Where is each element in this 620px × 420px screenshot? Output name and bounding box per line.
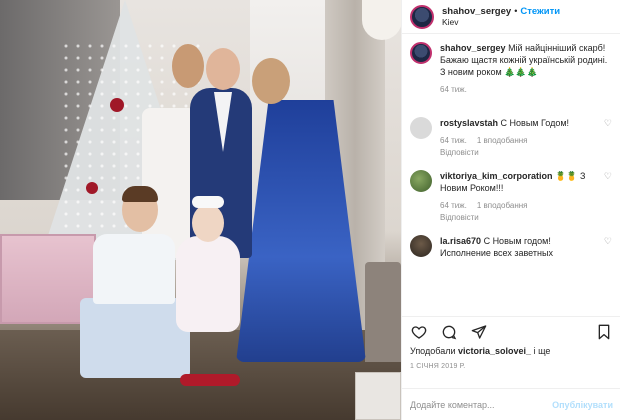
post-header: shahov_sergey • Стежити Kiev	[402, 0, 620, 34]
heart-outline-icon[interactable]: ♡	[602, 117, 612, 158]
comment-input[interactable]	[410, 399, 553, 410]
author-username[interactable]: shahov_sergey	[442, 6, 511, 17]
avatar[interactable]	[410, 117, 432, 139]
list-item: la.risa670 С Новым годом! Исполнение все…	[410, 235, 612, 259]
location-link[interactable]: Kiev	[442, 17, 560, 28]
man-head	[206, 48, 240, 90]
action-bar	[402, 316, 620, 346]
add-comment-bar: Опублікувати	[402, 388, 620, 420]
red-shoes	[180, 374, 240, 386]
post-side-panel: shahov_sergey • Стежити Kiev shahov_sergey…	[401, 0, 620, 420]
separator-dot: •	[514, 5, 518, 16]
avatar[interactable]	[410, 42, 432, 64]
ornament	[110, 98, 124, 112]
heart-outline-icon[interactable]: ♡	[602, 235, 612, 259]
caption-username[interactable]: shahov_sergey	[440, 43, 506, 53]
share-icon[interactable]	[470, 323, 488, 341]
avatar[interactable]	[410, 235, 432, 257]
caption-meta: 64 тиж.	[440, 84, 612, 95]
comment-likes[interactable]: 1 вподобання	[477, 201, 528, 210]
publish-button[interactable]: Опублікувати	[552, 400, 613, 410]
heart-icon[interactable]	[410, 323, 428, 341]
reply-button[interactable]: Відповісти	[440, 212, 592, 223]
reply-button[interactable]: Відповісти	[440, 147, 592, 158]
woman-head	[252, 58, 290, 104]
comments-list[interactable]: shahov_sergey Мій найцінніший скарб! Баж…	[402, 34, 620, 340]
caption: shahov_sergey Мій найцінніший скарб! Баж…	[410, 42, 612, 95]
avatar[interactable]	[410, 170, 432, 192]
header-text: shahov_sergey • Стежити Kiev	[442, 6, 560, 28]
liker-username[interactable]: victoria_solovei_	[458, 346, 531, 356]
woman-head	[172, 44, 204, 88]
list-item: rostyslavstah С Новым Годом! 64 тиж. 1 вп…	[410, 117, 612, 158]
comment-body: viktoriya_kim_corporation 🍍🍍 З Новим Рок…	[440, 170, 602, 223]
hair-bow	[192, 196, 224, 208]
comment-time[interactable]: 64 тиж.	[440, 136, 467, 145]
boy-in-white-shirt	[93, 234, 175, 304]
boy-hair	[122, 186, 158, 202]
comment-likes[interactable]: 1 вподобання	[477, 136, 528, 145]
avatar[interactable]	[410, 4, 434, 29]
instagram-post: shahov_sergey • Стежити Kiev shahov_sergey…	[0, 0, 620, 420]
caption-body: shahov_sergey Мій найцінніший скарб! Баж…	[440, 42, 612, 95]
girl-head	[192, 204, 224, 242]
side-stool	[365, 262, 401, 362]
gift-box	[355, 372, 401, 420]
follow-button[interactable]: Стежити	[520, 6, 560, 17]
comment-icon[interactable]	[440, 323, 458, 341]
post-date[interactable]: 1 СІЧНЯ 2019 Р.	[410, 363, 465, 370]
likes-prefix: Уподобали	[410, 346, 456, 356]
heart-outline-icon[interactable]: ♡	[602, 170, 612, 223]
comment-body: la.risa670 С Новым годом! Исполнение все…	[440, 235, 602, 259]
caption-time[interactable]: 64 тиж.	[440, 85, 467, 94]
boy-legs	[80, 298, 190, 378]
likes-more[interactable]: і ще	[534, 346, 551, 356]
comment-text: С Новым Годом!	[500, 118, 570, 128]
comment-meta: 64 тиж. 1 вподобання Відповісти	[440, 200, 602, 223]
post-photo[interactable]	[0, 0, 401, 420]
likes-summary: Уподобали victoria_solovei_ і ще	[410, 346, 550, 356]
ornament	[86, 182, 98, 194]
comment-username[interactable]: rostyslavstah	[440, 118, 498, 128]
comment-meta: 64 тиж. 1 вподобання Відповісти	[440, 135, 602, 158]
comment-username[interactable]: la.risa670	[440, 236, 481, 246]
comment-body: rostyslavstah С Новым Годом! 64 тиж. 1 вп…	[440, 117, 602, 158]
lamp	[362, 0, 401, 40]
bookmark-icon[interactable]	[595, 323, 613, 341]
list-item: viktoriya_kim_corporation 🍍🍍 З Новим Рок…	[410, 170, 612, 223]
girl-in-pink-dress	[176, 236, 240, 332]
comment-username[interactable]: viktoriya_kim_corporation	[440, 171, 553, 181]
comment-time[interactable]: 64 тиж.	[440, 201, 467, 210]
